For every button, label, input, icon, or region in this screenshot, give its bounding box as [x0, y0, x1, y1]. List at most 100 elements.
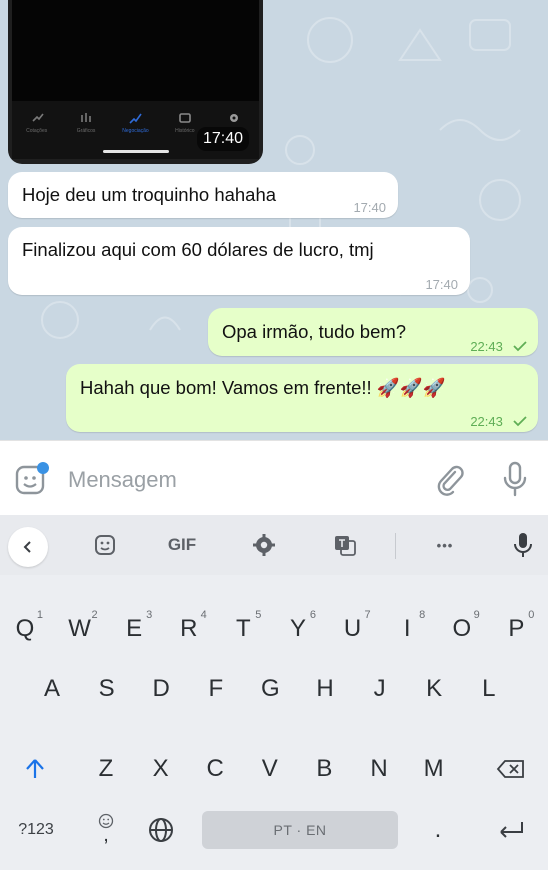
key-e[interactable]: E3: [109, 601, 159, 657]
voice-input-button[interactable]: [508, 529, 538, 561]
backspace-key[interactable]: [484, 741, 538, 797]
key-label: S: [98, 675, 115, 702]
key-number-hint: 8: [419, 609, 426, 621]
image-message[interactable]: Cotações Gráficos Negociação Histórico 1…: [8, 0, 263, 164]
message-time: 22:43: [470, 414, 503, 429]
gif-button[interactable]: GIF: [160, 529, 204, 561]
more-options-button[interactable]: •••: [428, 529, 462, 561]
key-number-hint: 9: [473, 609, 480, 621]
read-check-icon: [513, 416, 527, 427]
key-i[interactable]: I8: [382, 601, 432, 657]
candlestick-icon: [32, 113, 44, 122]
message-outgoing[interactable]: Opa irmão, tudo bem? 22:43: [208, 308, 538, 356]
key-p[interactable]: P0: [491, 601, 541, 657]
key-label: K: [426, 675, 443, 702]
gear-icon: [230, 114, 239, 122]
enter-key[interactable]: [484, 802, 538, 858]
message-input-bar: Mensagem: [0, 440, 548, 515]
key-f[interactable]: F: [191, 661, 241, 717]
comma-label: ,: [103, 824, 109, 846]
key-y[interactable]: Y6: [273, 601, 323, 657]
key-number-hint: 6: [309, 609, 316, 621]
key-w[interactable]: W2: [55, 601, 105, 657]
message-incoming[interactable]: Hoje deu um troquinho hahaha 17:40: [8, 172, 398, 218]
key-k[interactable]: K: [409, 661, 459, 717]
key-number-hint: 3: [146, 609, 153, 621]
microphone-icon[interactable]: [500, 459, 530, 499]
message-text: Hahah que bom! Vamos em frente!! 🚀🚀🚀: [80, 377, 446, 398]
key-u[interactable]: U7: [328, 601, 378, 657]
keyboard-back-button[interactable]: [8, 527, 48, 567]
sticker-emoji-icon[interactable]: [14, 461, 50, 497]
emoji-comma-key[interactable]: ,: [84, 799, 128, 855]
chart-bars-icon: [81, 113, 91, 122]
translate-button[interactable]: [330, 529, 360, 561]
key-label: U: [343, 615, 362, 642]
paperclip-icon[interactable]: [435, 463, 465, 497]
key-label: W: [68, 615, 91, 642]
nav-label: Histórico: [175, 128, 195, 134]
key-label: N: [370, 755, 388, 782]
key-number-hint: 7: [364, 609, 371, 621]
message-time: 22:43: [470, 339, 503, 354]
key-l[interactable]: L: [464, 661, 514, 717]
key-label: Y: [289, 615, 306, 642]
key-m[interactable]: M: [409, 741, 459, 797]
backspace-icon: [496, 760, 524, 778]
shift-arrow-icon: [26, 759, 44, 778]
key-d[interactable]: D: [136, 661, 186, 717]
sticker-icon: [95, 535, 115, 555]
key-label: F: [208, 675, 224, 702]
key-a[interactable]: A: [27, 661, 77, 717]
period-key[interactable]: .: [416, 802, 460, 858]
image-content: [12, 0, 259, 101]
key-t[interactable]: T5: [218, 601, 268, 657]
key-label: C: [206, 755, 224, 782]
nav-item-settings: [212, 111, 256, 125]
key-label: I: [403, 615, 411, 642]
key-label: J: [373, 675, 386, 702]
key-s[interactable]: S: [82, 661, 132, 717]
sticker-button[interactable]: [90, 529, 120, 561]
key-number-hint: 0: [528, 609, 535, 621]
key-x[interactable]: X: [136, 741, 186, 797]
key-q[interactable]: Q1: [0, 601, 50, 657]
key-b[interactable]: B: [299, 741, 349, 797]
chat-area[interactable]: Cotações Gráficos Negociação Histórico 1…: [0, 0, 548, 440]
key-number-hint: 2: [91, 609, 98, 621]
key-label: E: [126, 615, 143, 642]
keyboard-settings-button[interactable]: [249, 529, 279, 561]
language-key[interactable]: [138, 802, 184, 858]
message-input[interactable]: Mensagem: [68, 467, 177, 493]
message-incoming[interactable]: Finalizou aqui com 60 dólares de lucro, …: [8, 227, 470, 295]
shift-key[interactable]: [10, 741, 60, 797]
key-label: L: [482, 675, 496, 702]
enter-arrow-icon: [500, 822, 523, 838]
message-time: 17:40: [196, 127, 249, 151]
key-number-hint: 4: [200, 609, 207, 621]
message-text: Opa irmão, tudo bem?: [222, 321, 407, 342]
key-n[interactable]: N: [354, 741, 404, 797]
key-v[interactable]: V: [245, 741, 295, 797]
key-j[interactable]: J: [355, 661, 405, 717]
nav-label: Gráficos: [76, 128, 96, 134]
key-o[interactable]: O9: [437, 601, 487, 657]
key-r[interactable]: R4: [164, 601, 214, 657]
home-indicator: [103, 150, 169, 153]
key-h[interactable]: H: [300, 661, 350, 717]
key-label: R: [180, 615, 198, 642]
space-bar[interactable]: PT · EN: [202, 811, 398, 849]
translate-icon: [335, 536, 356, 556]
trade-icon: [129, 113, 143, 124]
message-outgoing[interactable]: Hahah que bom! Vamos em frente!! 🚀🚀🚀 22:…: [66, 364, 538, 432]
key-label: T: [236, 615, 251, 642]
key-g[interactable]: G: [245, 661, 295, 717]
key-z[interactable]: Z: [81, 741, 131, 797]
nav-label: Cotações: [26, 128, 48, 134]
key-label: Z: [98, 755, 114, 782]
keyboard-toolbar: GIF •••: [0, 515, 548, 575]
symbols-key[interactable]: ?123: [6, 802, 66, 858]
message-text: Finalizou aqui com 60 dólares de lucro, …: [22, 239, 374, 260]
globe-icon: [149, 818, 173, 842]
key-c[interactable]: C: [190, 741, 240, 797]
